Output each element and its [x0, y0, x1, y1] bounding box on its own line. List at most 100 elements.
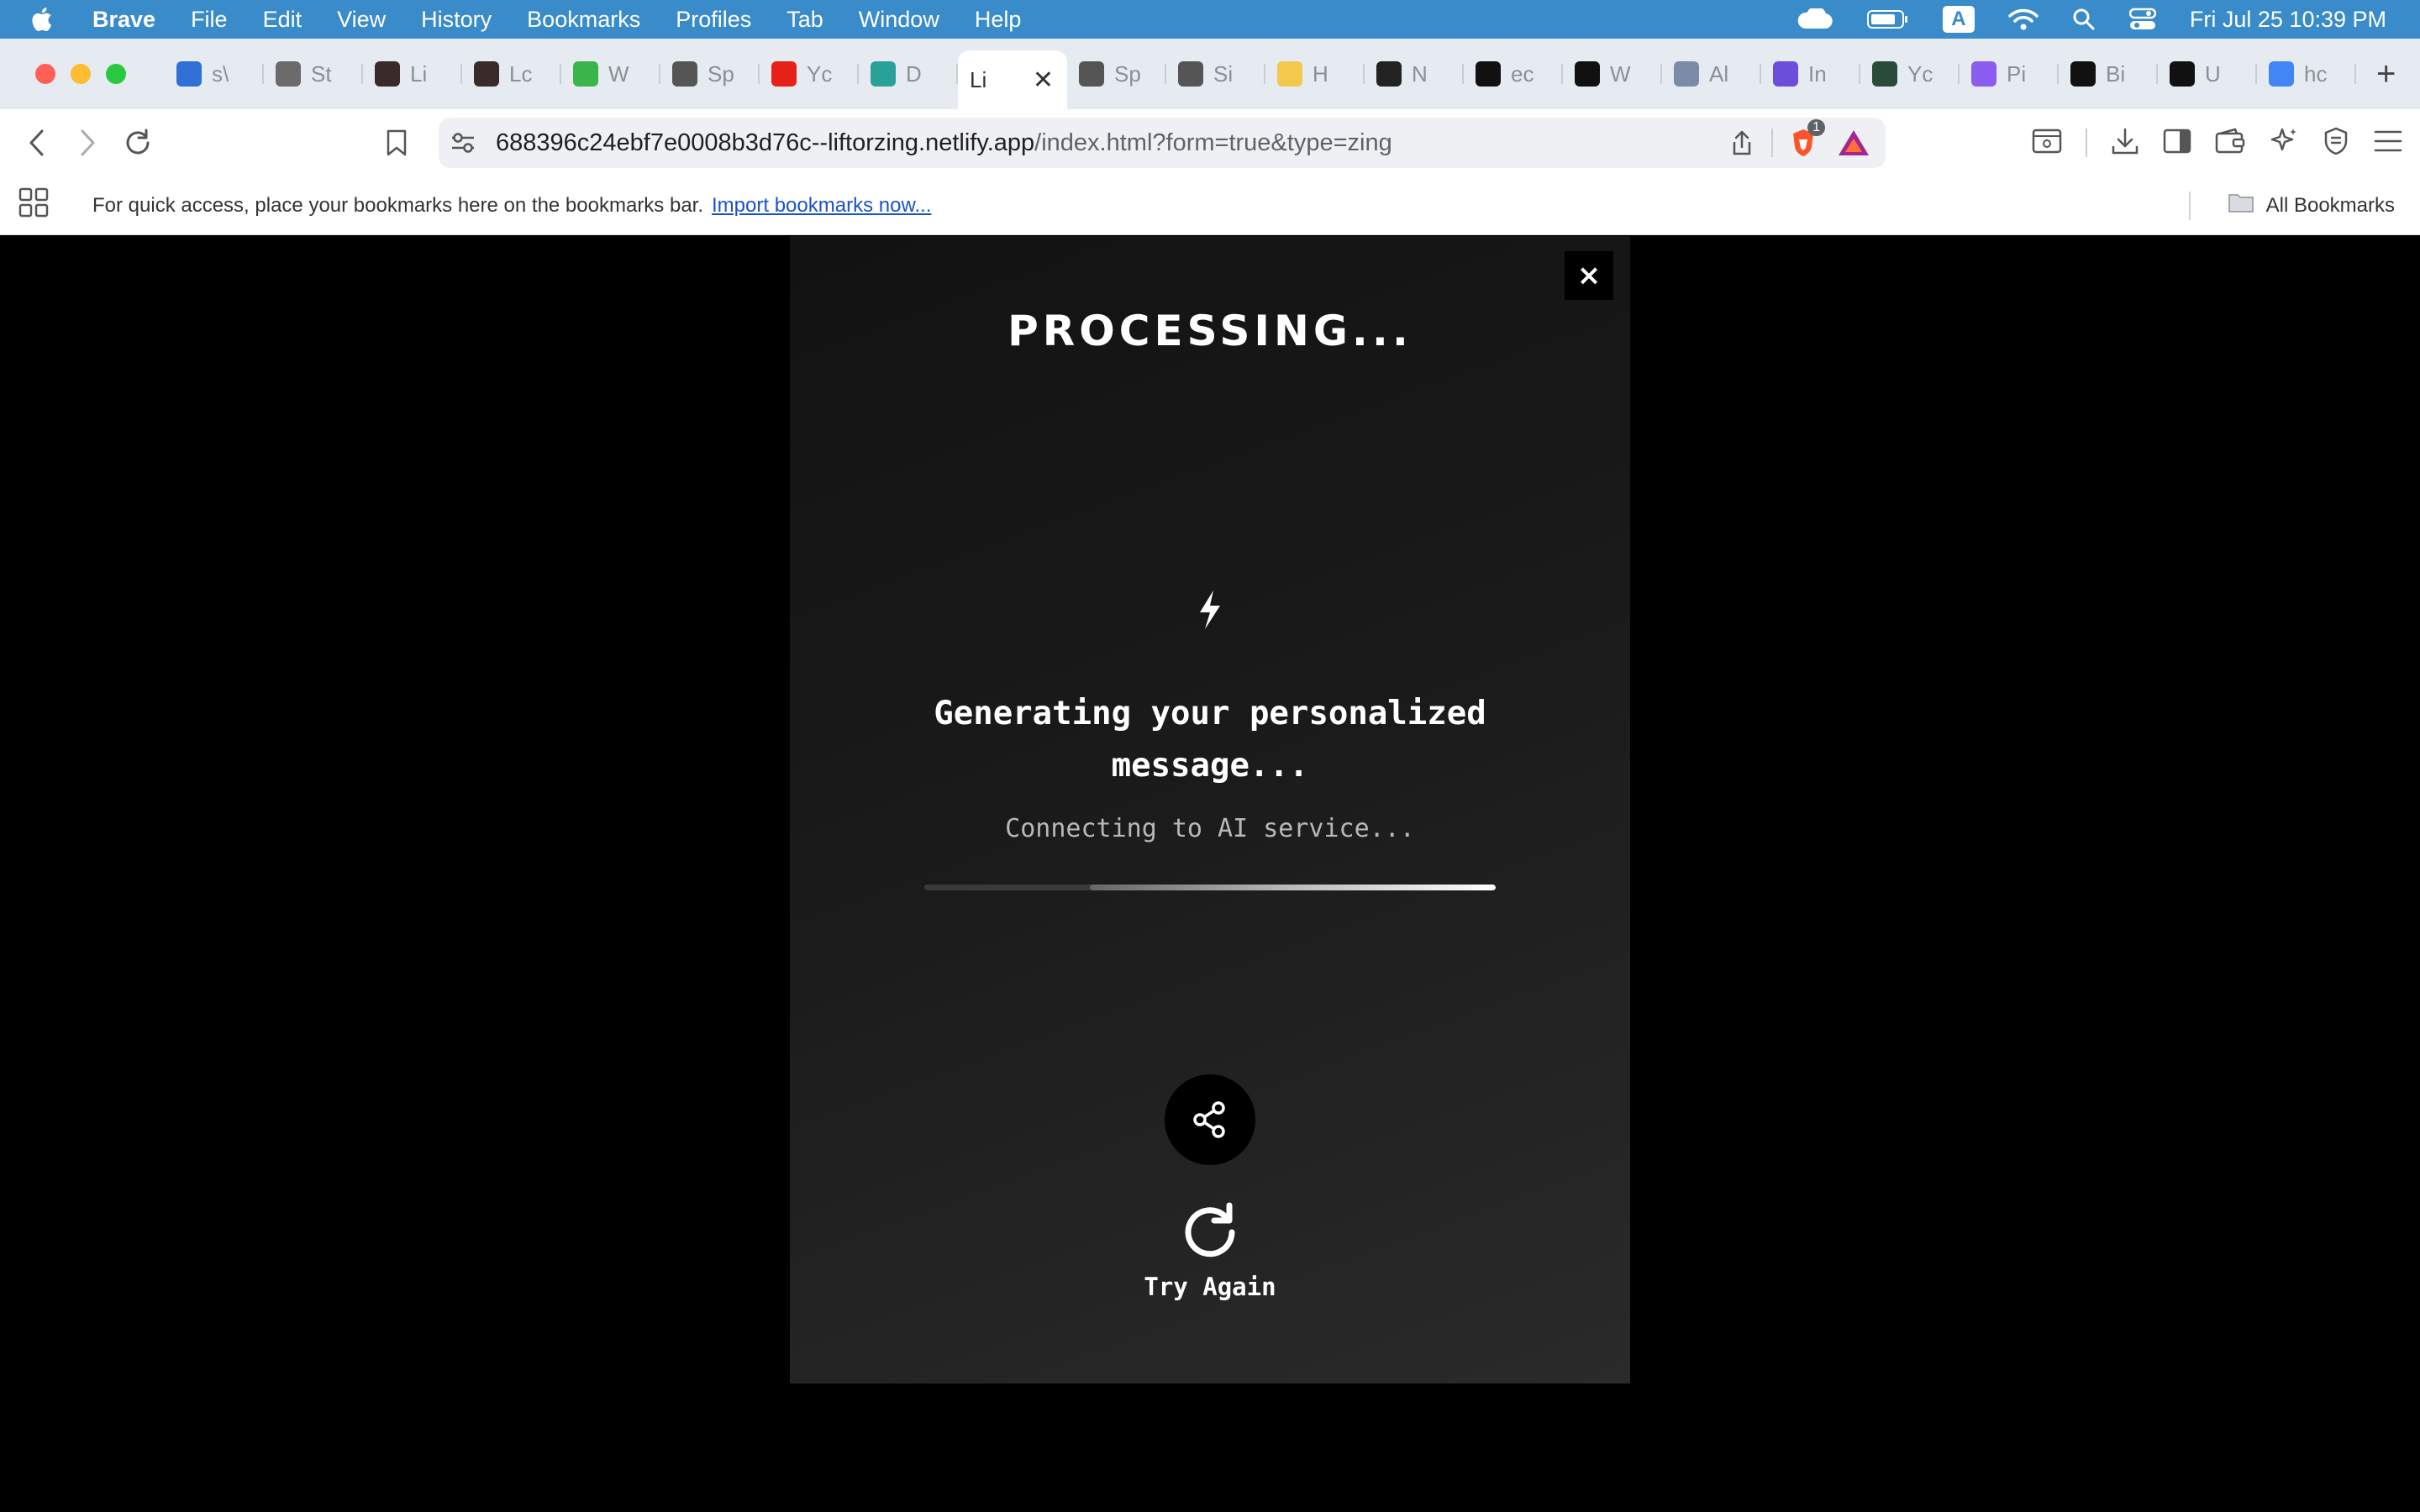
tab[interactable]: Si [1166, 49, 1265, 99]
spotlight-search-icon[interactable] [2072, 8, 2096, 31]
tab[interactable]: Li [363, 49, 462, 99]
menu-view[interactable]: View [337, 7, 386, 33]
menu-file[interactable]: File [191, 7, 228, 33]
brave-shields-icon[interactable]: 1 [1790, 119, 1825, 158]
tab-label: Lc [509, 60, 533, 87]
tab-label: H [1313, 60, 1328, 87]
tab-label: hc [2304, 60, 2328, 87]
tab-favicon-icon [1674, 61, 1699, 87]
tab[interactable]: W [561, 49, 660, 99]
tab-favicon-icon [375, 61, 400, 87]
try-again-button[interactable]: Try Again [790, 1199, 1630, 1301]
tab-favicon-icon [2170, 61, 2195, 87]
apple-menu-icon[interactable] [30, 7, 76, 32]
forward-button[interactable] [62, 118, 113, 168]
tab-favicon-icon [1277, 61, 1302, 87]
tab-favicon-icon [1476, 61, 1501, 87]
tab[interactable]: Pi [1960, 49, 2059, 99]
tab[interactable]: hc [2257, 49, 2356, 99]
tab-favicon-icon [474, 61, 499, 87]
url-host: 688396c24ebf7e0008b3d76c--liftorzing.net… [496, 129, 1035, 156]
tab-active[interactable]: Li ✕ [958, 50, 1067, 109]
tab-label: Li [410, 60, 428, 87]
tab[interactable]: Sp [1067, 49, 1166, 99]
vpn-shield-icon[interactable] [2323, 126, 2349, 160]
tab[interactable]: D [859, 49, 958, 99]
cloud-icon[interactable] [1795, 8, 1833, 30]
tab[interactable]: In [1761, 49, 1860, 99]
zoom-window-button[interactable] [106, 64, 126, 84]
menu-history[interactable]: History [421, 7, 492, 33]
bookmark-page-icon[interactable] [371, 118, 422, 168]
tab[interactable]: Sp [660, 49, 760, 99]
menu-bar: Brave File Edit View History Bookmarks P… [0, 0, 2420, 39]
tab[interactable]: Bi [2059, 49, 2158, 99]
tab[interactable]: U [2158, 49, 2257, 99]
address-bar[interactable]: 688396c24ebf7e0008b3d76c--liftorzing.net… [439, 118, 1886, 168]
modal-title: PROCESSING... [1007, 307, 1413, 355]
wallet-icon[interactable] [2215, 127, 2245, 159]
menu-help[interactable]: Help [975, 7, 1022, 33]
menubar-clock[interactable]: Fri Jul 25 10:39 PM [2190, 7, 2386, 33]
tab[interactable]: N [1365, 49, 1464, 99]
control-center-icon[interactable] [2128, 8, 2156, 31]
lightning-bolt-icon [790, 589, 1630, 631]
bookmarks-bar: For quick access, place your bookmarks h… [0, 176, 2420, 235]
import-bookmarks-link[interactable]: Import bookmarks now... [712, 194, 931, 218]
menu-edit[interactable]: Edit [263, 7, 302, 33]
site-settings-icon[interactable] [450, 132, 476, 154]
menu-profiles[interactable]: Profiles [676, 7, 751, 33]
tab-label: W [1610, 60, 1631, 87]
tab-favicon-icon [176, 61, 202, 87]
bookmarks-hint-text: For quick access, place your bookmarks h… [92, 193, 704, 217]
tab-favicon-icon [871, 61, 896, 87]
tab-favicon-icon [1575, 61, 1600, 87]
all-bookmarks-button[interactable]: All Bookmarks [2188, 191, 2395, 220]
tab[interactable]: Yc [1860, 49, 1960, 99]
tab-favicon-icon [1178, 61, 1203, 87]
input-source-badge[interactable]: A [1942, 6, 1975, 33]
back-button[interactable] [12, 118, 62, 168]
tab[interactable]: ec [1464, 49, 1563, 99]
close-tab-icon[interactable]: ✕ [1033, 66, 1054, 95]
menu-bookmarks[interactable]: Bookmarks [527, 7, 640, 33]
tab-favicon-icon [1971, 61, 1996, 87]
brave-rewards-icon[interactable] [1837, 129, 1870, 157]
main-menu-icon[interactable] [2373, 129, 2403, 158]
tab-label: Si [1213, 60, 1234, 87]
tab-label: W [608, 60, 629, 87]
menu-window[interactable]: Window [859, 7, 939, 33]
close-window-button[interactable] [35, 64, 55, 84]
share-button[interactable] [1165, 1074, 1255, 1165]
tab[interactable]: Lc [462, 49, 561, 99]
tab[interactable]: s\ [165, 49, 264, 99]
tab-label: Li [970, 66, 987, 92]
reader-mode-icon[interactable] [2032, 128, 2062, 159]
close-modal-button[interactable]: × [1565, 251, 1613, 300]
menu-tab[interactable]: Tab [786, 7, 823, 33]
sidebar-toggle-icon[interactable] [2163, 128, 2191, 159]
all-bookmarks-label: All Bookmarks [2265, 193, 2395, 217]
apps-grid-icon[interactable] [18, 187, 49, 223]
reload-button[interactable] [113, 118, 163, 168]
tab[interactable]: W [1563, 49, 1662, 99]
tab[interactable]: H [1265, 49, 1365, 99]
try-again-label: Try Again [1144, 1273, 1276, 1301]
battery-icon[interactable] [1866, 9, 1909, 29]
tab-favicon-icon [1773, 61, 1798, 87]
downloads-icon[interactable] [2111, 127, 2139, 160]
new-tab-button[interactable]: + [2376, 55, 2396, 93]
wifi-icon[interactable] [2008, 8, 2039, 31]
tab-label: In [1808, 60, 1827, 87]
tab[interactable]: Al [1662, 49, 1761, 99]
tab-favicon-icon [276, 61, 301, 87]
tab[interactable]: Yc [760, 49, 859, 99]
share-page-icon[interactable] [1731, 129, 1753, 156]
tab[interactable]: St [264, 49, 363, 99]
tab-list: s\ St Li Lc W Sp Yc D Li ✕ Sp Si H Nec W Al In Yc Pi Bi Uhc [165, 39, 2356, 109]
progress-bar-fill [1090, 885, 1496, 890]
minimize-window-button[interactable] [71, 64, 91, 84]
menu-app-name[interactable]: Brave [92, 7, 155, 33]
leo-ai-icon[interactable] [2269, 126, 2299, 160]
tab-label: Pi [2007, 60, 2027, 87]
